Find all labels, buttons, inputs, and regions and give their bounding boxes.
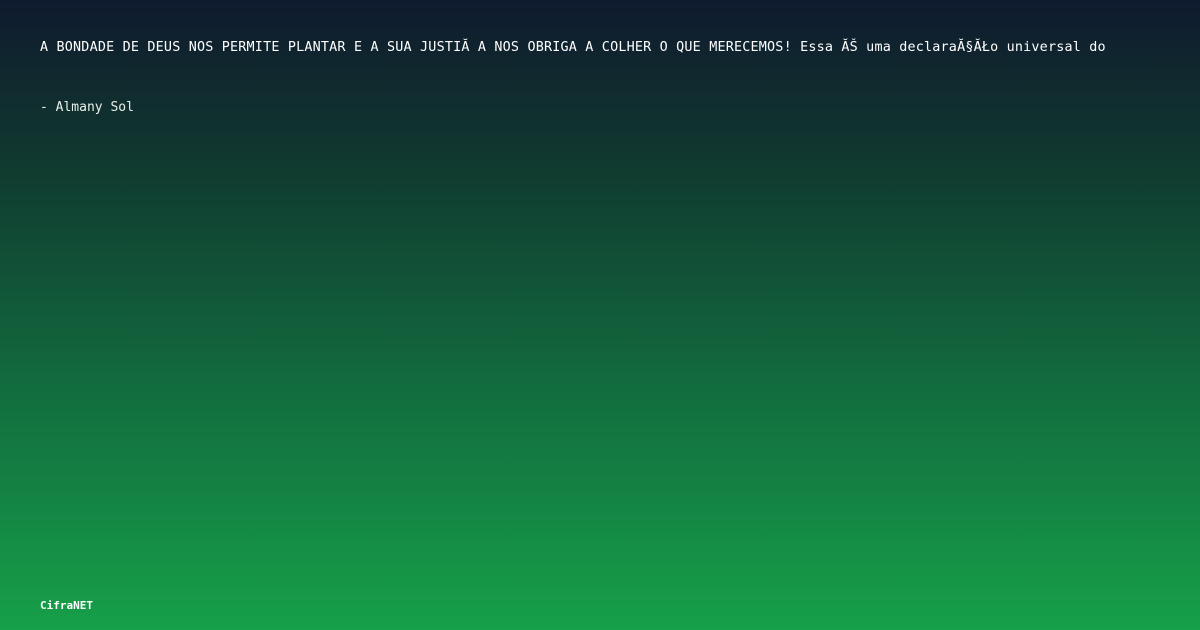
quote-author: - Almany Sol xyxy=(40,100,134,115)
brand-logo-text: CifraNET xyxy=(40,599,93,612)
quote-text: A BONDADE DE DEUS NOS PERMITE PLANTAR E … xyxy=(40,40,1106,55)
